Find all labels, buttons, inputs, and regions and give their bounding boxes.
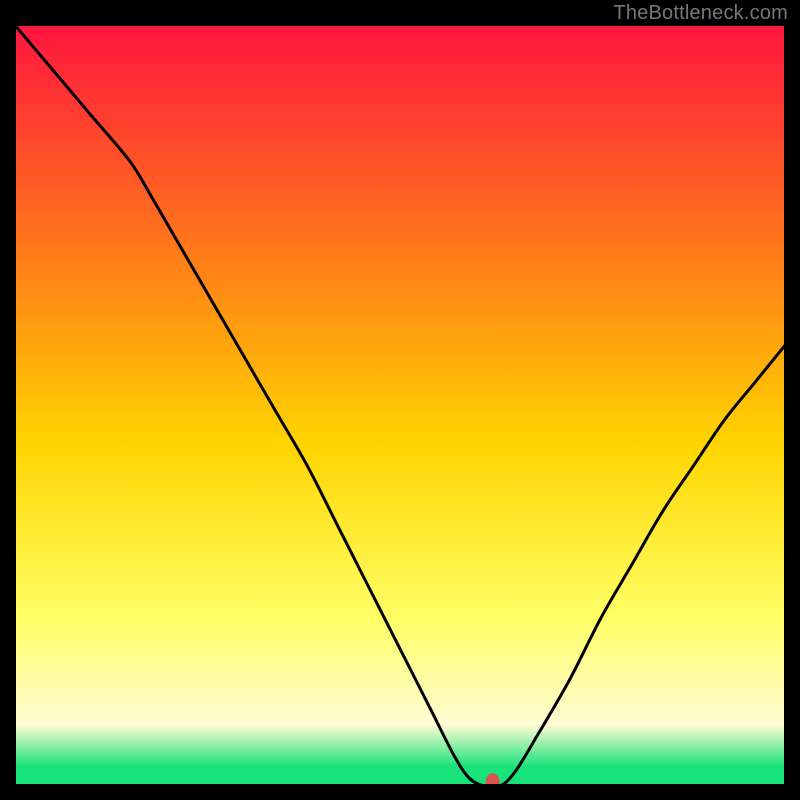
gradient-background [14, 24, 786, 786]
bottleneck-chart-svg [14, 24, 786, 786]
watermark-text: TheBottleneck.com [613, 2, 788, 25]
chart-frame: TheBottleneck.com [0, 0, 800, 800]
plot-area [14, 24, 786, 786]
